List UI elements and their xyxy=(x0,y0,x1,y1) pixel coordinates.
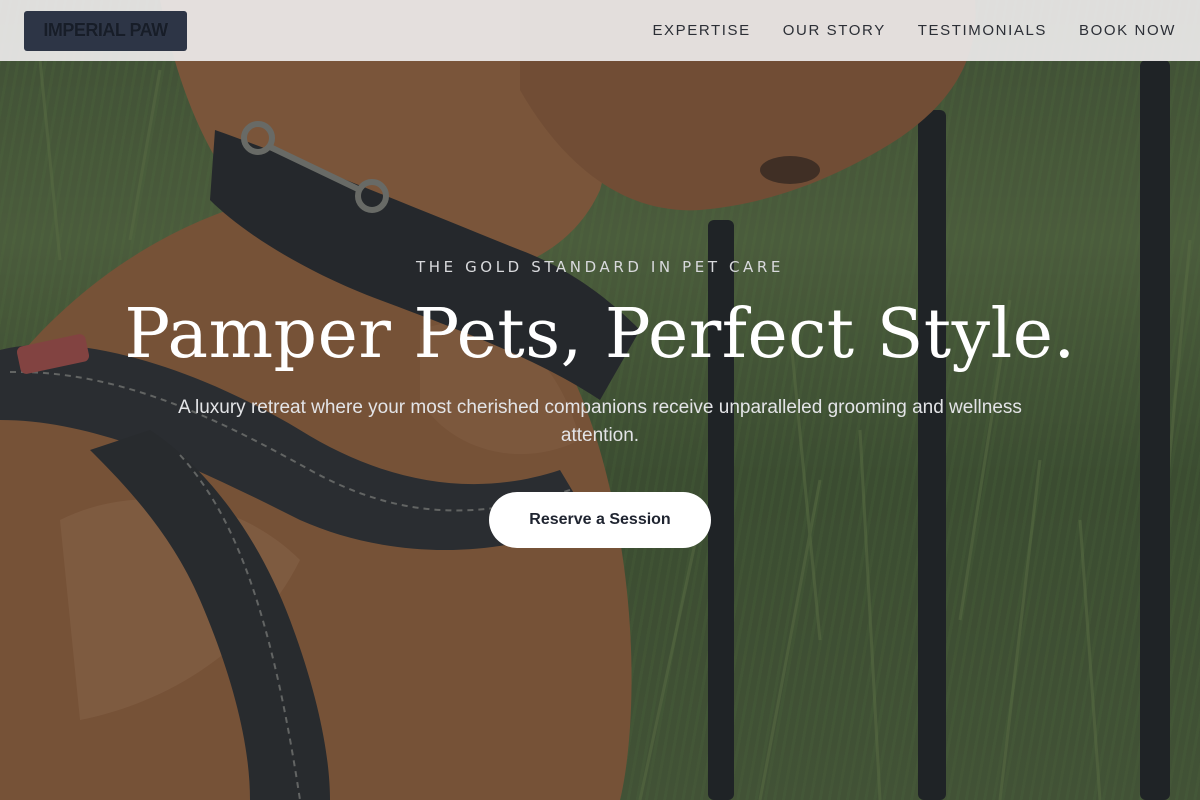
hero-content: THE GOLD STANDARD IN PET CARE Pamper Pet… xyxy=(0,258,1200,548)
nav-link-our-story[interactable]: OUR STORY xyxy=(783,22,886,39)
logo[interactable]: IMPERIAL PAW xyxy=(24,10,187,51)
hero-subtext: A luxury retreat where your most cherish… xyxy=(178,397,1022,446)
nav-link-testimonials[interactable]: TESTIMONIALS xyxy=(918,22,1047,39)
hero-eyebrow: THE GOLD STANDARD IN PET CARE xyxy=(416,258,784,276)
reserve-session-button[interactable]: Reserve a Session xyxy=(489,492,711,548)
hero-headline: Pamper Pets, Perfect Style. xyxy=(124,295,1076,374)
nav-link-expertise[interactable]: EXPERTISE xyxy=(652,22,750,39)
logo-text: IMPERIAL PAW xyxy=(43,20,168,40)
site-header: IMPERIAL PAW EXPERTISE OUR STORY TESTIMO… xyxy=(0,0,1200,61)
main-nav: EXPERTISE OUR STORY TESTIMONIALS BOOK NO… xyxy=(652,22,1176,39)
nav-link-book-now[interactable]: BOOK NOW xyxy=(1079,22,1176,39)
